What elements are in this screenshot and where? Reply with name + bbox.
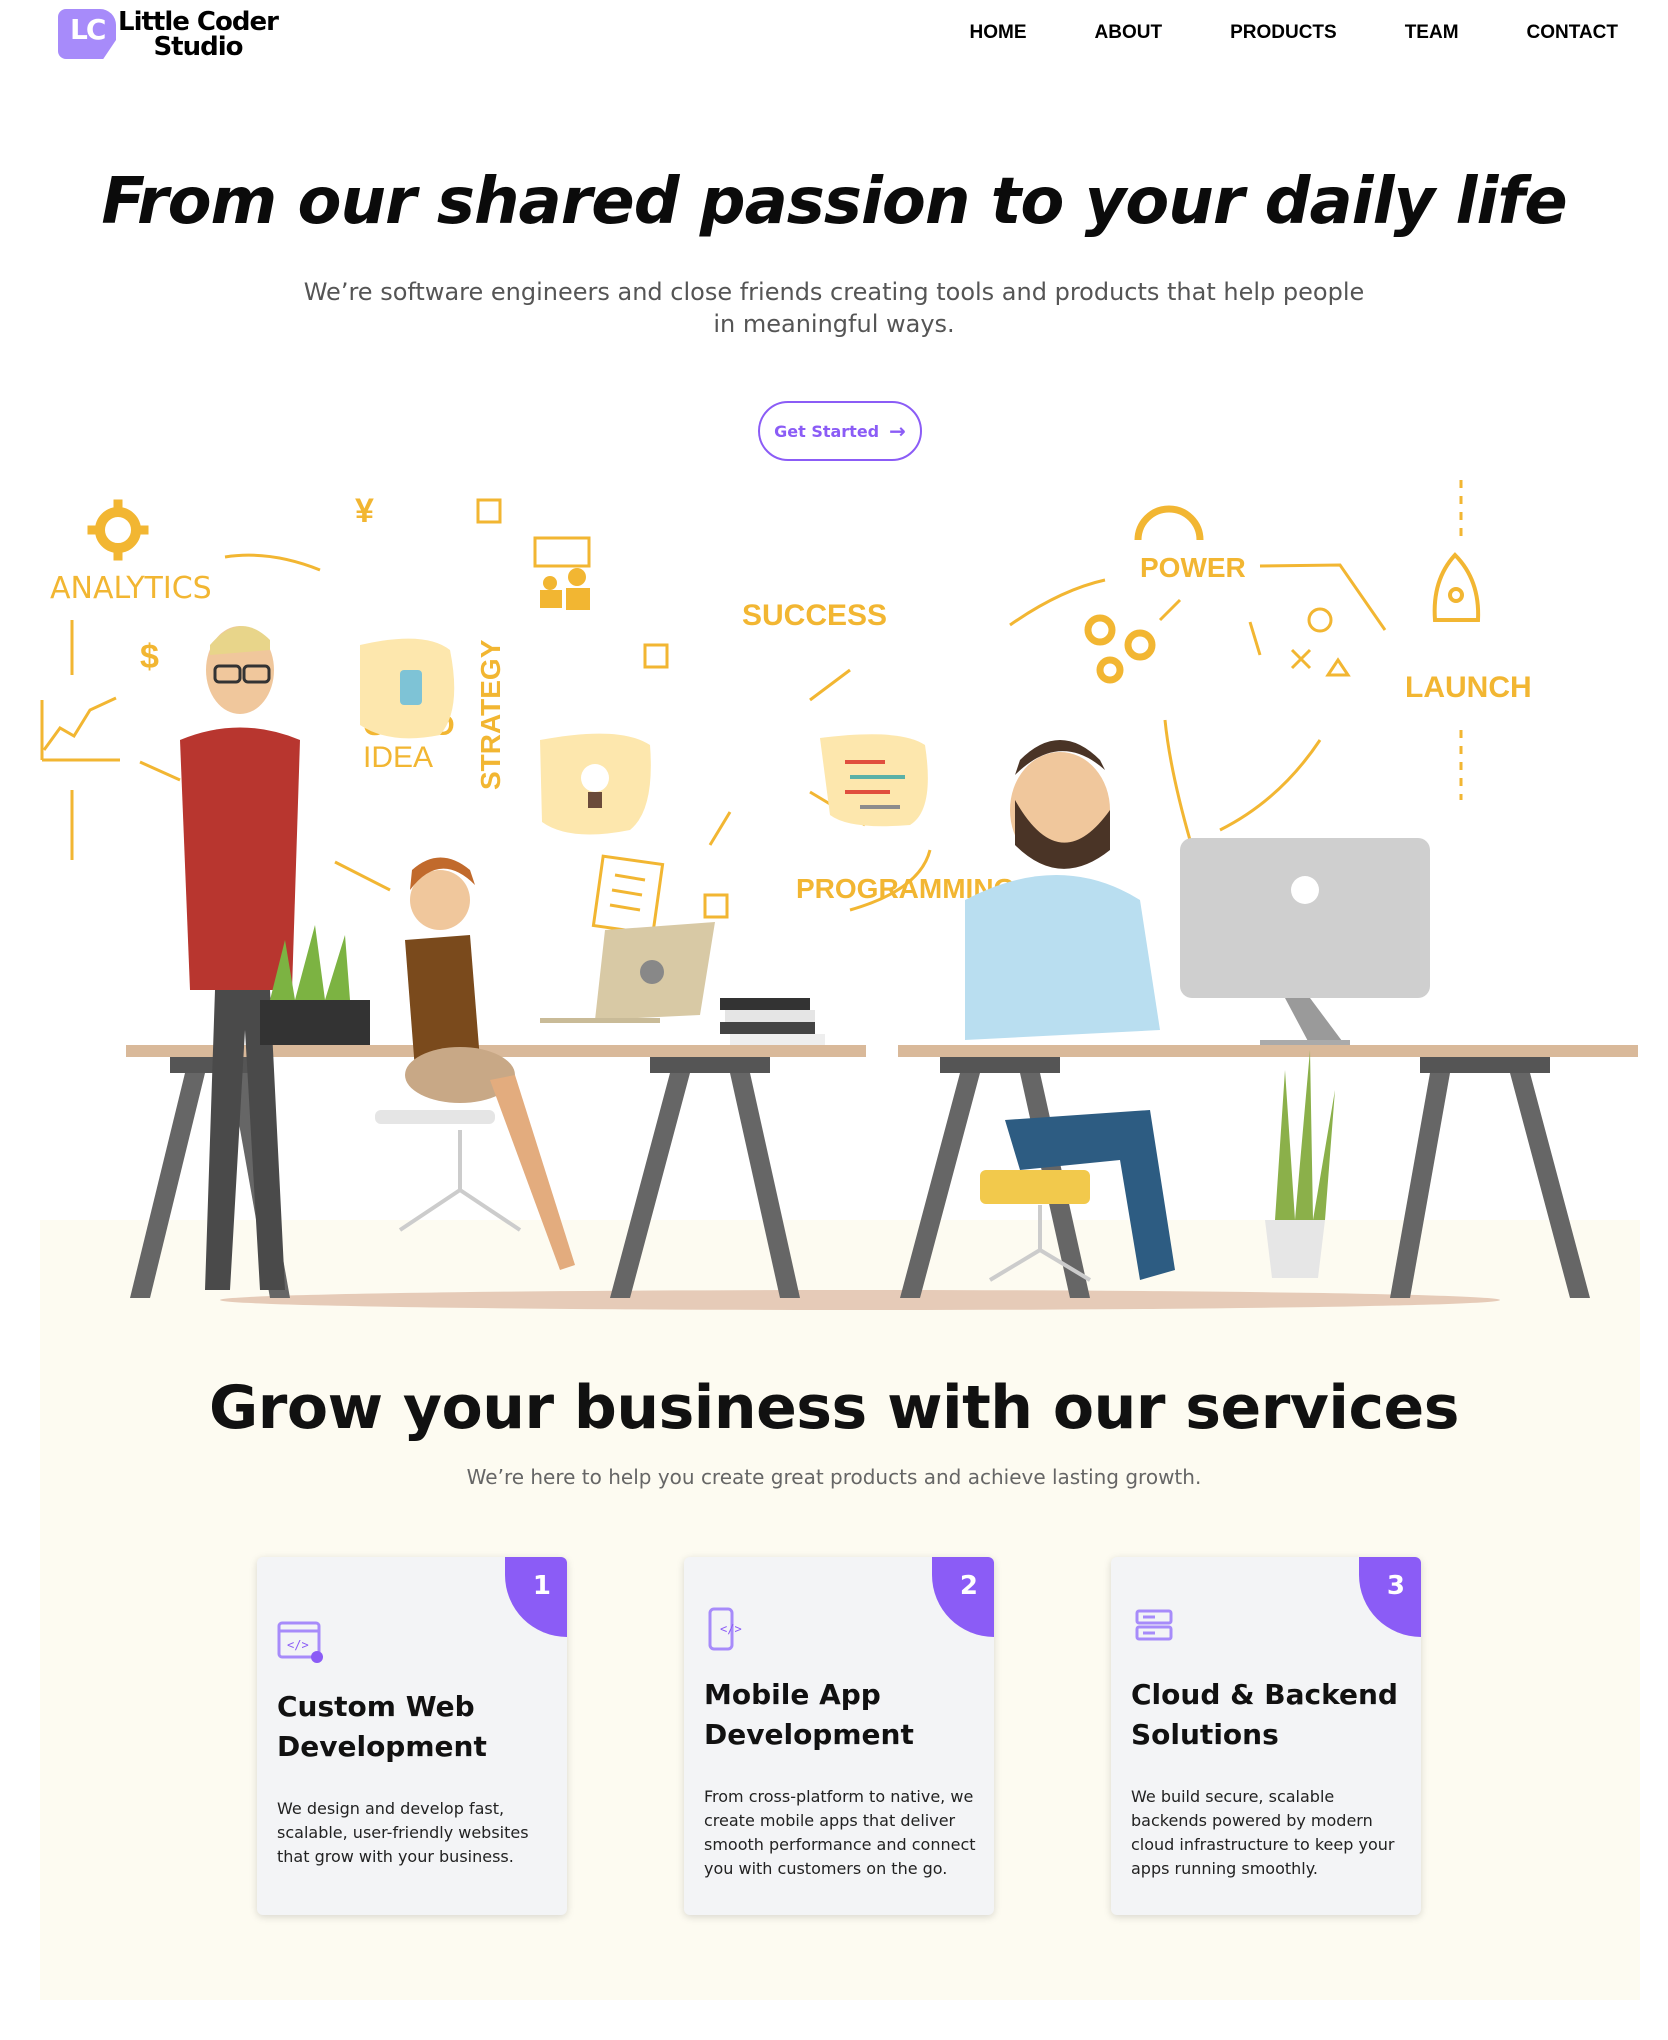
services-subtitle: We’re here to help you create great prod… [466, 1465, 1202, 1489]
launch-word: LAUNCH [1405, 671, 1532, 704]
web-code-icon: </> [277, 1621, 323, 1663]
document-doodle [591, 854, 665, 936]
logo-wordmark: Little Coder Studio [118, 9, 279, 62]
nav-about-link[interactable]: ABOUT [1095, 22, 1163, 44]
card-number: 1 [532, 1571, 551, 1601]
code-bubble [820, 734, 928, 827]
nav-team-link[interactable]: TEAM [1405, 22, 1459, 44]
card-description: We design and develop fast, scalable, us… [277, 1799, 529, 1866]
chart-doodle [40, 696, 120, 762]
lightbulb-bubble [540, 733, 651, 835]
get-started-button[interactable]: Get Started → [758, 401, 922, 461]
analytics-word: ANALYTICS [50, 571, 212, 606]
svg-text:</>: </> [287, 1638, 309, 1652]
hero-illustration: ANALYTICS ¥ $ SUCCESS POWER LAUNCH GOOD … [30, 470, 1638, 1320]
card-description: We build secure, scalable backends power… [1131, 1787, 1395, 1878]
rocket-icon [1432, 552, 1481, 622]
yen-symbol: ¥ [355, 492, 374, 530]
service-card-cloud[interactable]: 3 Cloud & Backend Solutions We build sec… [1111, 1557, 1421, 1915]
idea-word: IDEA [363, 741, 433, 774]
gear-icon [87, 499, 149, 561]
card-description: From cross-platform to native, we create… [704, 1787, 976, 1878]
service-card-mobile[interactable]: 2 </> Mobile App Development From cross-… [684, 1557, 994, 1915]
brand-logo[interactable]: LC Little Coder Studio [58, 9, 279, 62]
strategy-word: STRATEGY [475, 639, 506, 790]
nav-products-link[interactable]: PRODUCTS [1230, 22, 1337, 44]
logo-line-2: Studio [153, 32, 243, 62]
books-illustration [720, 998, 825, 1045]
bearded-man-figure [965, 740, 1175, 1280]
floor-plant [1265, 1050, 1335, 1278]
hero-title: From our shared passion to your daily li… [101, 165, 1567, 239]
logo-mark: LC [58, 9, 116, 61]
success-word: SUCCESS [742, 599, 887, 632]
card-title: Mobile App Development [704, 1678, 914, 1751]
nav-home-link[interactable]: HOME [970, 22, 1027, 44]
service-card-web[interactable]: 1 </> Custom Web Development We design a… [257, 1557, 567, 1915]
mobile-code-icon: </> [708, 1607, 742, 1651]
services-title: Grow your business with our services [209, 1373, 1459, 1443]
people-icon [533, 536, 591, 610]
thumbs-up-bubble [360, 638, 455, 739]
logo-mark-text: LC [70, 13, 106, 46]
card-number: 3 [1386, 1571, 1405, 1601]
woman-figure [375, 857, 575, 1270]
hero-subtitle: We’re software engineers and close frien… [303, 278, 1365, 338]
arrow-right-icon: → [889, 419, 906, 443]
card-title: Cloud & Backend Solutions [1131, 1678, 1398, 1751]
power-word: POWER [1140, 552, 1246, 583]
card-number: 2 [959, 1571, 978, 1601]
office-team-illustration: ANALYTICS ¥ $ SUCCESS POWER LAUNCH GOOD … [40, 480, 1638, 1310]
svg-text:</>: </> [720, 1622, 742, 1636]
office-chairs [398, 1130, 1092, 1282]
dollar-symbol: $ [140, 638, 159, 676]
top-navbar: LC Little Coder Studio HOME ABOUT PRODUC… [0, 0, 1668, 70]
main-menu: HOME ABOUT PRODUCTS TEAM CONTACT [902, 22, 1618, 44]
monitor-illustration [1180, 838, 1430, 1045]
laptop-illustration [540, 922, 715, 1023]
server-icon [1135, 1609, 1173, 1641]
get-started-label: Get Started [774, 421, 880, 441]
card-title: Custom Web Development [277, 1690, 487, 1763]
gauge-icon [1134, 505, 1204, 541]
nav-contact-link[interactable]: CONTACT [1527, 22, 1618, 44]
